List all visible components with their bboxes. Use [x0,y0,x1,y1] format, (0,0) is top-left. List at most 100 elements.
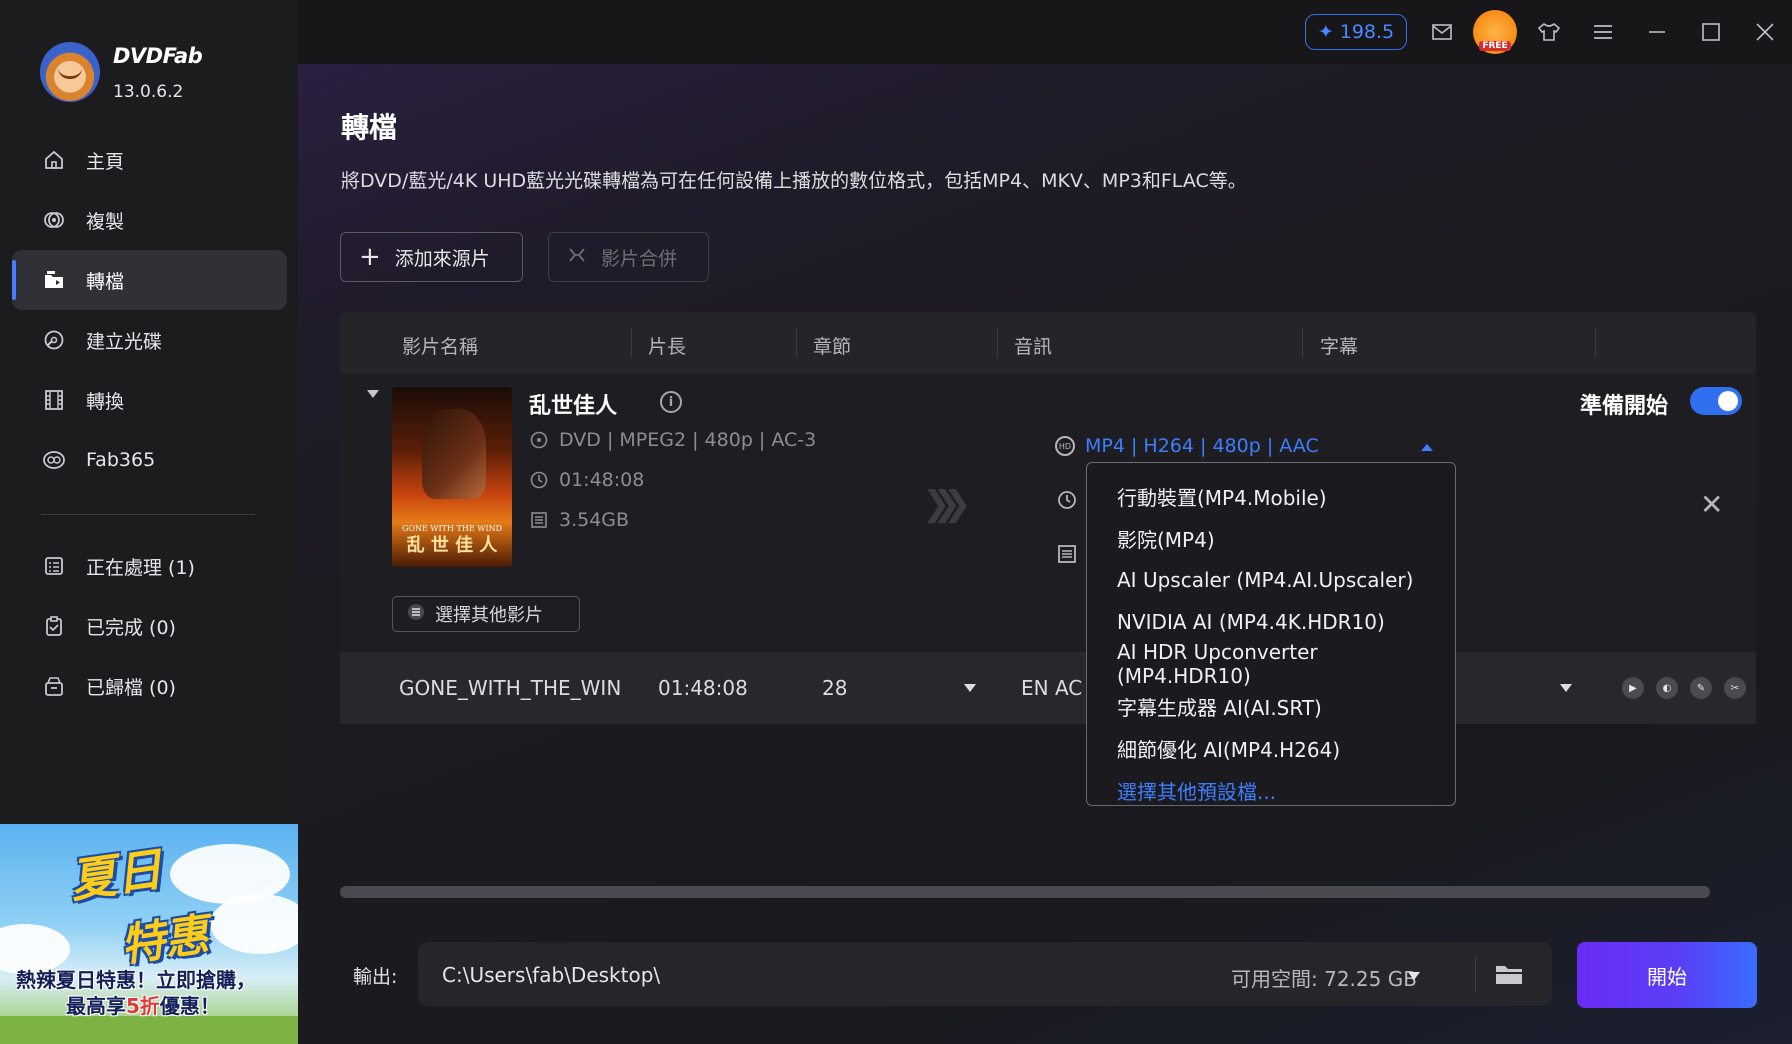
dropdown-item-subtitle-ai[interactable]: 字幕生成器 AI(AI.SRT) [1087,685,1455,727]
space-dropdown-icon[interactable] [1408,972,1420,980]
sidebar-item-archived[interactable]: 已歸檔 (0) [12,656,287,716]
subtitle-dropdown-icon[interactable] [1560,684,1572,692]
folder-icon[interactable] [1494,962,1524,986]
duration-text: 01:48:08 [559,469,645,491]
column-header-subtitle: 字幕 [1320,336,1359,358]
settings-clock-icon[interactable] [1056,489,1078,511]
menu-icon[interactable] [1589,18,1617,46]
column-separator [631,328,632,358]
promo-line-2-post: 優惠！ [159,994,220,1018]
output-profile-selector[interactable]: HD MP4 | H264 | 480p | AAC [1055,435,1319,457]
row-duration: 01:48:08 [658,676,748,700]
free-label: FREE [1479,41,1511,51]
dropdown-item-ai-upscaler[interactable]: AI Upscaler (MP4.AI.Upscaler) [1087,559,1455,601]
trim-icon[interactable]: ✂ [1724,677,1746,699]
copy-disc-icon [42,208,66,232]
profile-dropdown-menu: 行動裝置(MP4.Mobile) 影院(MP4) AI Upscaler (MP… [1086,462,1456,806]
select-other-video-button[interactable]: 選擇其他影片 [392,596,580,632]
caret-up-icon[interactable] [1421,444,1433,451]
sidebar-item-label: 轉檔 [86,270,125,293]
row-audio[interactable]: EN AC [1021,676,1082,700]
skin-icon[interactable] [1535,18,1563,46]
create-disc-icon [42,328,66,352]
free-gift-icon[interactable]: FREE [1473,10,1517,54]
merge-icon [567,245,587,270]
source-info-text: DVD | MPEG2 | 480p | AC-3 [559,429,817,451]
column-separator [796,328,797,358]
sidebar-item-label: 複製 [86,210,125,233]
sidebar-item-label: 正在處理 (1) [86,556,195,579]
merge-label: 影片合併 [601,247,678,270]
file-size-icon [529,510,549,530]
close-window-icon[interactable] [1751,18,1779,46]
promo-line-2-pre: 最高享 [66,994,126,1018]
table-header: 影片名稱 片長 章節 音訊 字幕 [340,312,1756,374]
title-bar [298,0,1792,64]
duration-info: 01:48:08 [529,469,644,491]
dropdown-item-mobile[interactable]: 行動裝置(MP4.Mobile) [1087,475,1455,517]
brand-name: DVDFab [113,44,203,68]
sidebar-item-label: Fab365 [86,449,156,471]
effects-icon[interactable]: ◐ [1656,677,1678,699]
sidebar-item-home[interactable]: 主頁 [12,130,287,190]
play-icon[interactable]: ▶ [1622,677,1644,699]
profile-text: MP4 | H264 | 480p | AAC [1085,435,1319,457]
start-button[interactable]: 開始 [1577,942,1757,1008]
dropdown-item-more-profiles[interactable]: 選擇其他預設檔... [1087,769,1455,811]
app-window: DVDFab 13.0.6.2 主頁 複製 轉檔 建立光碟 轉換 Fab365 [0,0,1792,1044]
profile-icon: HD [1055,436,1075,456]
plus-icon: + [359,242,381,272]
promo-discount: 5折 [126,994,160,1018]
sidebar-item-copy[interactable]: 複製 [12,190,287,250]
table-row[interactable]: GONE_WITH_THE_WIN 01:48:08 28 EN AC ▶ ◐ … [340,652,1756,724]
completed-icon [42,614,66,638]
collapse-arrow-icon[interactable] [367,390,379,398]
sidebar-item-fab365[interactable]: Fab365 [12,430,287,490]
convert-arrow-icon: ❯❯❯ [922,484,972,524]
select-other-label: 選擇其他影片 [435,605,543,626]
dropdown-item-hdr-upconverter[interactable]: AI HDR Upconverter (MP4.HDR10) [1087,640,1455,688]
horizontal-scrollbar[interactable] [340,886,1710,898]
page-title: 轉檔 [341,111,398,144]
dropdown-item-nvidia-ai[interactable]: NVIDIA AI (MP4.4K.HDR10) [1087,601,1455,643]
minimize-icon[interactable] [1643,18,1671,46]
sidebar-item-label: 建立光碟 [86,330,163,353]
sidebar-item-processing[interactable]: 正在處理 (1) [12,536,287,596]
sidebar-item-ripper[interactable]: 轉檔 [12,250,287,310]
sidebar-item-creator[interactable]: 建立光碟 [12,310,287,370]
chapters-dropdown-icon[interactable] [964,684,976,692]
ready-toggle[interactable] [1690,387,1742,415]
sidebar-item-completed[interactable]: 已完成 (0) [12,596,287,656]
app-version: 13.0.6.2 [113,82,184,102]
output-path-text: C:\Users\fab\Desktop\ [442,963,661,987]
size-info: 3.54GB [529,509,629,531]
column-separator [1302,328,1303,358]
merge-videos-button[interactable]: 影片合併 [548,232,709,282]
cloud-shape [210,894,298,954]
clock-icon [529,470,549,490]
list-icon [407,603,425,626]
sidebar: DVDFab 13.0.6.2 主頁 複製 轉檔 建立光碟 轉換 Fab365 [0,0,298,1044]
summer-promo-banner[interactable]: 夏日 特惠 熱辣夏日特惠！立即搶購， 最高享5折優惠！ [0,824,298,1044]
dropdown-item-cinema[interactable]: 影院(MP4) [1087,517,1455,559]
add-source-button[interactable]: + 添加來源片 [340,232,523,282]
dropdown-item-detail-ai[interactable]: 細節優化 AI(MP4.H264) [1087,727,1455,769]
details-icon[interactable] [1056,543,1078,565]
maximize-icon[interactable] [1697,18,1725,46]
sidebar-item-label: 已完成 (0) [86,616,176,639]
mail-icon[interactable] [1428,18,1456,46]
sidebar-item-converter[interactable]: 轉換 [12,370,287,430]
sidebar-item-label: 轉換 [86,390,125,413]
poster-caption: 乱 世 佳 人 [406,535,498,556]
promo-title-1: 夏日 [66,841,166,909]
remove-item-icon[interactable]: ✕ [1700,488,1723,521]
column-header-title: 影片名稱 [402,336,479,358]
movie-title: 乱世佳人 [529,394,618,419]
poster-art [422,409,486,499]
info-icon[interactable]: i [660,391,682,413]
path-separator [1475,956,1476,992]
credits-button[interactable]: ✦ 198.5 [1305,14,1407,50]
promo-line-1: 熱辣夏日特惠！立即搶購， [16,968,256,992]
output-path-field[interactable]: C:\Users\fab\Desktop\ 可用空間: 72.25 GB [418,942,1552,1006]
edit-icon[interactable]: ✎ [1690,677,1712,699]
